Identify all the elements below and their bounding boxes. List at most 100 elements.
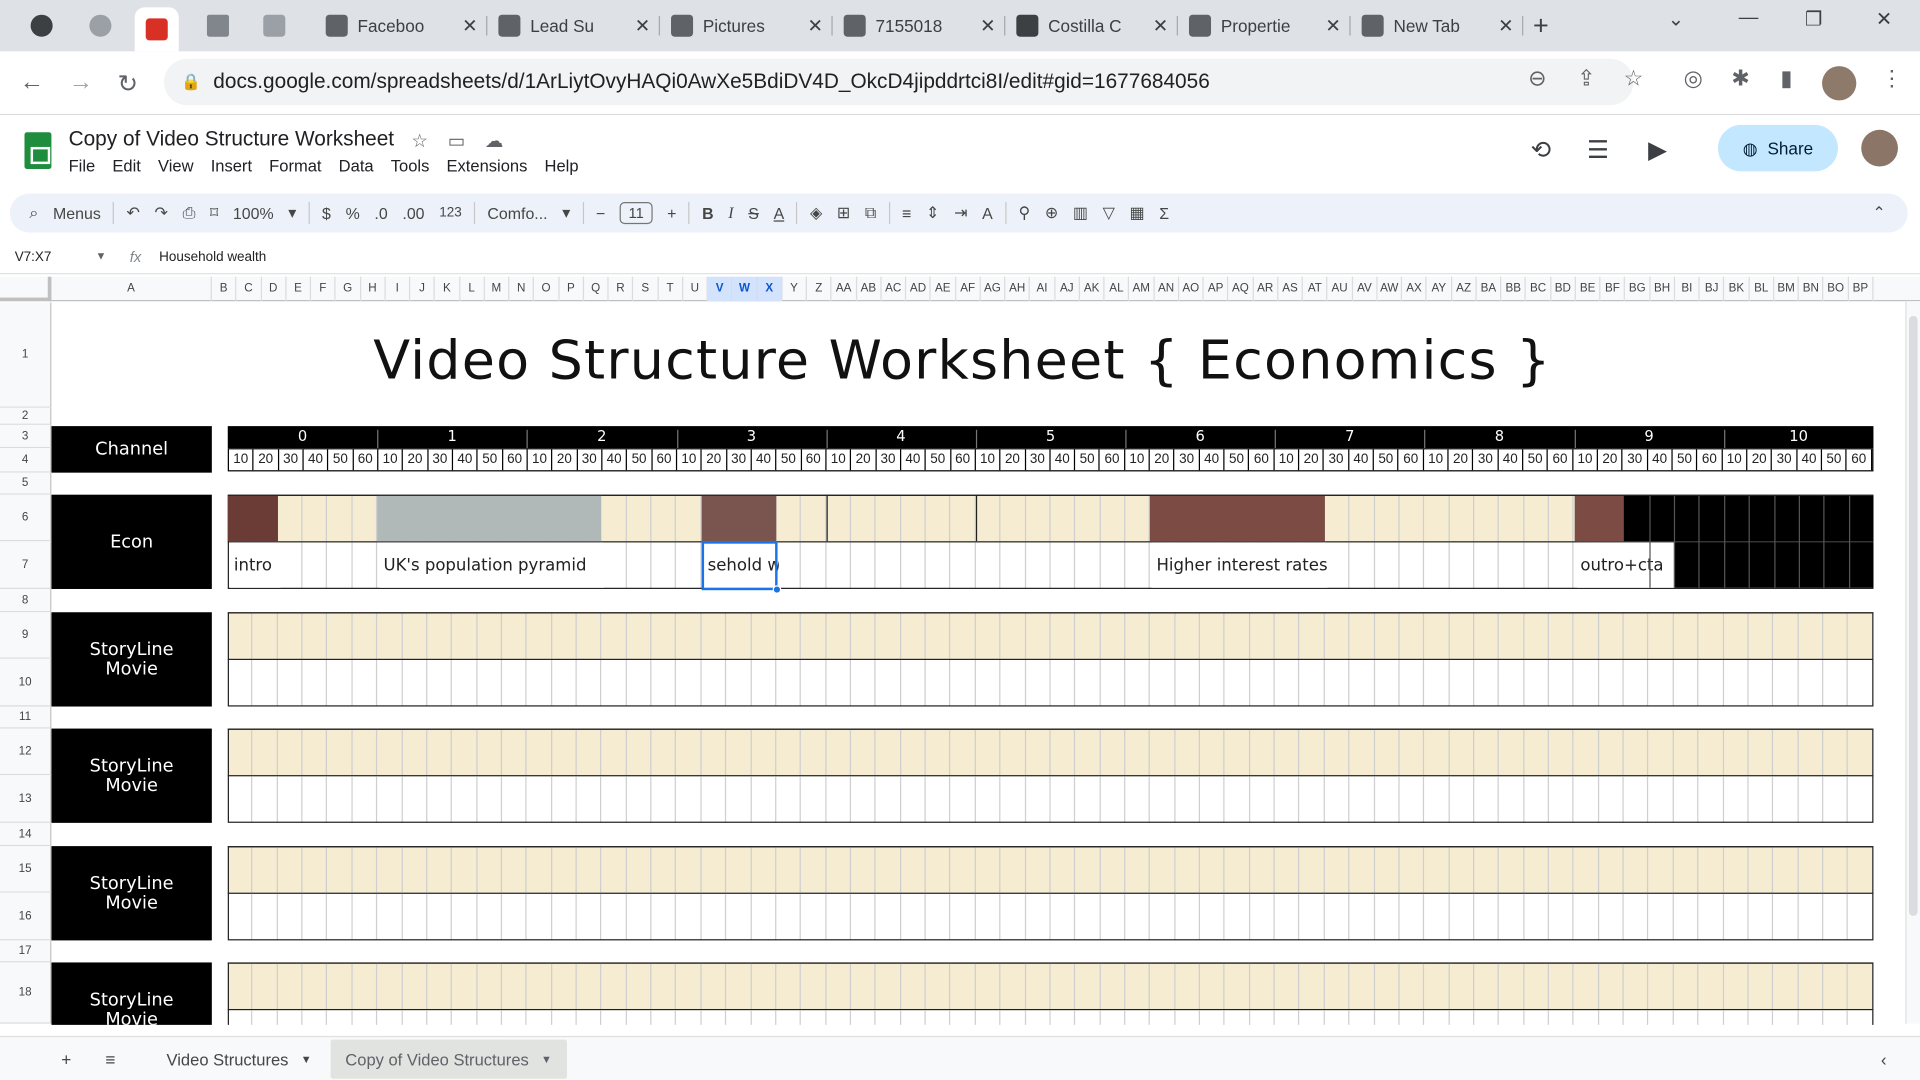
minimize-icon[interactable]: — — [1739, 7, 1759, 29]
column-header-w[interactable]: W — [732, 276, 758, 302]
segment-color-block[interactable] — [227, 495, 278, 542]
horizontal-align-icon[interactable]: ≡ — [902, 204, 911, 222]
sheet-tab-caret-icon[interactable]: ▼ — [541, 1053, 552, 1065]
tab-close-icon[interactable]: ✕ — [462, 15, 477, 37]
menu-extensions[interactable]: Extensions — [446, 157, 527, 175]
browser-menu-icon[interactable]: ⋮ — [1881, 66, 1903, 92]
row-header-13[interactable]: 13 — [0, 775, 52, 823]
insert-link-icon[interactable]: ⚲ — [1018, 203, 1030, 223]
close-window-icon[interactable]: ✕ — [1876, 7, 1892, 31]
column-header-au[interactable]: AU — [1328, 276, 1353, 302]
column-header-at[interactable]: AT — [1303, 276, 1328, 302]
share-page-icon[interactable]: ⇪ — [1577, 66, 1595, 92]
share-button[interactable]: ◍ Share — [1717, 124, 1838, 172]
column-header-be[interactable]: BE — [1576, 276, 1601, 302]
column-header-f[interactable]: F — [311, 276, 336, 302]
row-header-17[interactable]: 17 — [0, 940, 52, 963]
column-header-d[interactable]: D — [261, 276, 287, 302]
segment-label[interactable]: UK's population pyramid — [379, 542, 605, 588]
tab-close-icon[interactable]: ✕ — [980, 15, 995, 37]
sheets-logo-icon[interactable] — [24, 132, 52, 169]
font-size-plus-icon[interactable]: + — [667, 204, 676, 222]
column-header-ad[interactable]: AD — [906, 276, 932, 302]
column-header-aq[interactable]: AQ — [1229, 276, 1254, 302]
cloud-status-icon[interactable]: ☁ — [485, 131, 503, 152]
column-header-ak[interactable]: AK — [1080, 276, 1105, 302]
column-header-ar[interactable]: AR — [1253, 276, 1279, 302]
column-header-bn[interactable]: BN — [1799, 276, 1824, 302]
sidepanel-icon[interactable]: ▮ — [1780, 66, 1792, 92]
column-header-m[interactable]: M — [485, 276, 510, 302]
decrease-decimal-button[interactable]: .0 — [374, 204, 387, 222]
forward-icon[interactable]: → — [69, 69, 93, 97]
meet-icon[interactable]: ▶ — [1648, 135, 1667, 166]
segment-color-block[interactable] — [1150, 495, 1325, 542]
text-color-icon[interactable]: A — [774, 204, 785, 222]
row-header-8[interactable]: 8 — [0, 588, 52, 613]
text-wrap-icon[interactable]: ⇥ — [954, 203, 967, 223]
currency-button[interactable]: $ — [322, 204, 331, 222]
add-sheet-button[interactable]: + — [61, 1049, 71, 1069]
column-header-ay[interactable]: AY — [1427, 276, 1452, 302]
column-header-av[interactable]: AV — [1353, 276, 1378, 302]
storyline-label[interactable]: StoryLine Movie — [51, 612, 212, 707]
back-icon[interactable]: ← — [20, 69, 44, 97]
tab-close-icon[interactable]: ✕ — [1153, 15, 1168, 37]
row-header-14[interactable]: 14 — [0, 822, 52, 847]
column-header-bg[interactable]: BG — [1625, 276, 1651, 302]
column-header-as[interactable]: AS — [1278, 276, 1304, 302]
browser-tab[interactable]: Faceboo ✕ — [316, 7, 488, 44]
upwork-pinned-tab[interactable] — [20, 7, 64, 44]
browser-tab[interactable]: Costilla C ✕ — [1007, 7, 1178, 44]
column-header-bf[interactable]: BF — [1601, 276, 1626, 302]
zoom-select[interactable]: 100% — [233, 204, 274, 222]
column-header-k[interactable]: K — [435, 276, 460, 302]
browser-tab[interactable]: New Tab ✕ — [1352, 7, 1524, 44]
column-header-p[interactable]: P — [559, 276, 584, 302]
menu-data[interactable]: Data — [339, 157, 374, 175]
extension-icon[interactable]: ◎ — [1684, 66, 1703, 92]
scroll-left-icon[interactable]: ‹ — [1881, 1049, 1887, 1069]
bookmark-star-icon[interactable]: ☆ — [1624, 66, 1644, 92]
column-header-bo[interactable]: BO — [1824, 276, 1849, 302]
collapse-toolbar-icon[interactable]: ⌃ — [1872, 203, 1885, 223]
column-header-bh[interactable]: BH — [1650, 276, 1676, 302]
column-header-bc[interactable]: BC — [1526, 276, 1552, 302]
row-header-10[interactable]: 10 — [0, 658, 52, 707]
paint-format-icon[interactable]: ⌑ — [210, 203, 218, 223]
column-header-aa[interactable]: AA — [832, 276, 857, 302]
column-header-a[interactable]: A — [51, 276, 212, 302]
filter-views-icon[interactable]: ▦ — [1130, 203, 1145, 223]
new-tab-button[interactable]: + — [1533, 10, 1549, 42]
version-history-icon[interactable]: ⟲ — [1531, 135, 1552, 166]
column-header-s[interactable]: S — [633, 276, 659, 302]
italic-button[interactable]: I — [728, 203, 733, 223]
column-header-r[interactable]: R — [609, 276, 634, 302]
column-header-ai[interactable]: AI — [1030, 276, 1056, 302]
puzzle-icon[interactable]: ✱ — [1731, 66, 1749, 92]
sheet-area[interactable]: Video Structure Worksheet { Economics } … — [51, 302, 1874, 1025]
functions-icon[interactable]: Σ — [1159, 204, 1169, 222]
column-header-bp[interactable]: BP — [1849, 276, 1874, 302]
sheet-tab-caret-icon[interactable]: ▼ — [301, 1053, 312, 1065]
column-header-ag[interactable]: AG — [981, 276, 1006, 302]
tab-close-icon[interactable]: ✕ — [1498, 15, 1513, 37]
translate-pinned-tab[interactable] — [252, 7, 296, 44]
row-header-15[interactable]: 15 — [0, 846, 52, 893]
column-header-l[interactable]: L — [460, 276, 485, 302]
browser-tab[interactable]: Lead Su ✕ — [489, 7, 661, 44]
column-header-bm[interactable]: BM — [1774, 276, 1800, 302]
column-header-al[interactable]: AL — [1105, 276, 1130, 302]
tab-close-icon[interactable]: ✕ — [807, 15, 822, 37]
segment-color-block[interactable] — [701, 495, 777, 542]
segment-color-block[interactable] — [1574, 495, 1625, 542]
column-header-b[interactable]: B — [212, 276, 237, 302]
selection-fill-handle[interactable] — [772, 585, 782, 594]
econ-label[interactable]: Econ — [51, 494, 212, 589]
column-header-x[interactable]: X — [757, 276, 783, 302]
column-header-i[interactable]: I — [385, 276, 411, 302]
borders-icon[interactable]: ⊞ — [837, 203, 850, 223]
column-header-q[interactable]: Q — [584, 276, 609, 302]
column-header-am[interactable]: AM — [1129, 276, 1155, 302]
column-header-bj[interactable]: BJ — [1700, 276, 1725, 302]
